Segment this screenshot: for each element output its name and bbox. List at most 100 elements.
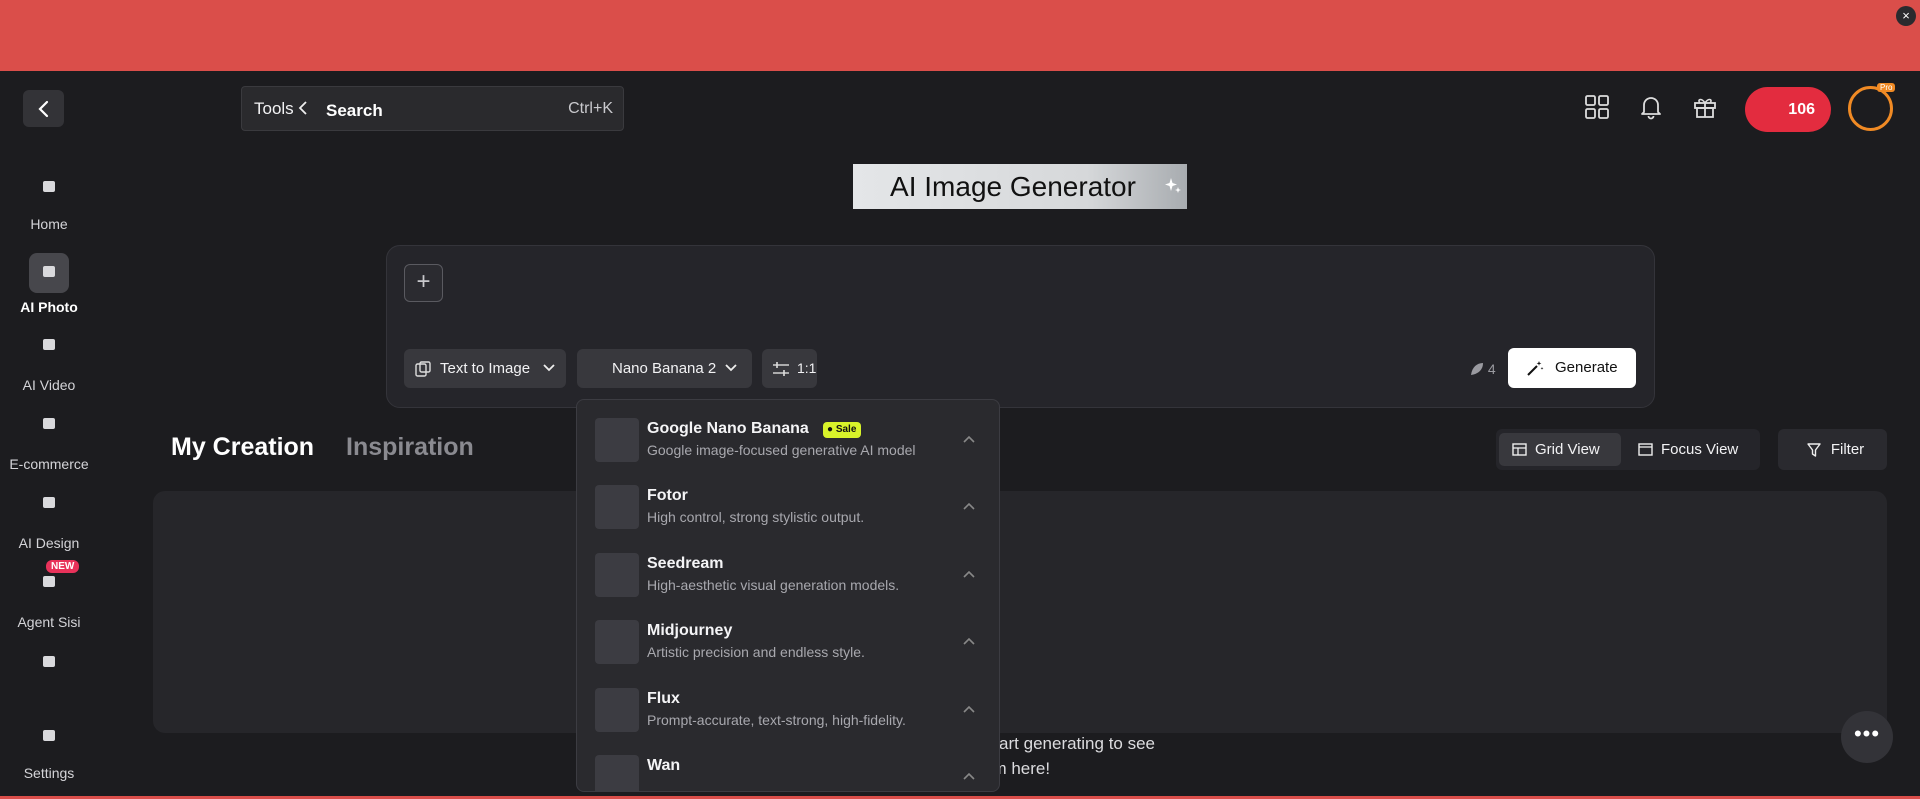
avatar[interactable] <box>1848 86 1893 131</box>
model-option-google-nano-banana[interactable]: Google Nano Banana ● Sale Google image-f… <box>577 408 999 475</box>
focus-view-label: Focus View <box>1661 441 1739 458</box>
more-options-button[interactable]: ••• <box>1841 711 1893 763</box>
pro-badge: Pro <box>1877 83 1896 92</box>
model-description: Prompt-accurate, text-strong, high-fidel… <box>647 712 906 728</box>
page-title: AI Image Generator <box>853 164 1187 209</box>
settings-icon <box>29 717 69 757</box>
chevron-up-icon[interactable] <box>963 705 975 713</box>
sidebar-item-brush[interactable] <box>0 643 98 683</box>
sidebar-item-home[interactable]: Home <box>0 168 98 232</box>
promo-banner: × <box>0 0 1920 71</box>
sidebar-item-label: E-commerce <box>9 456 89 472</box>
filter-icon <box>1807 443 1821 457</box>
model-name: Flux <box>647 690 680 707</box>
chevron-up-icon[interactable] <box>963 502 975 510</box>
grid-view-label: Grid View <box>1535 441 1600 458</box>
tab-inspiration[interactable]: Inspiration <box>346 433 474 462</box>
mode-select[interactable]: Text to Image <box>404 349 566 388</box>
model-name: Wan <box>647 757 681 774</box>
model-thumbnail <box>595 553 639 597</box>
leaf-icon <box>1471 363 1483 375</box>
generate-button[interactable]: Generate <box>1508 348 1636 388</box>
text-to-image-icon <box>415 361 431 377</box>
app-shell: Home AI Photo AI Video E-commerce AI Des… <box>0 71 1920 799</box>
model-thumbnail <box>595 620 639 664</box>
model-option-wan[interactable]: Wan <box>577 745 999 791</box>
chevron-up-icon[interactable] <box>963 435 975 443</box>
cost-value: 4 <box>1487 361 1496 377</box>
model-description: Artistic precision and endless style. <box>647 644 865 660</box>
sidebar-item-ai-design[interactable]: AI Design <box>0 484 98 551</box>
prompt-card[interactable]: + Text to Image Nano Banana 2 1:1 4 Gene… <box>386 245 1655 408</box>
back-button[interactable] <box>23 90 64 127</box>
model-dropdown: Google Nano Banana ● Sale Google image-f… <box>576 399 1000 792</box>
generate-label: Generate <box>1555 359 1618 376</box>
sidebar-item-ai-video[interactable]: AI Video <box>0 326 98 393</box>
sidebar-item-agent-sisi[interactable]: NEW Agent Sisi <box>0 560 98 630</box>
fire-icon: ● <box>827 424 834 435</box>
chevron-up-icon[interactable] <box>963 772 975 780</box>
model-description: High control, strong stylistic output. <box>647 509 865 525</box>
filter-label: Filter <box>1830 441 1865 458</box>
model-thumbnail <box>595 688 639 732</box>
sidebar-item-label: Agent Sisi <box>17 614 81 630</box>
model-option-fotor[interactable]: Fotor High control, strong stylistic out… <box>577 475 999 542</box>
grid-view-icon <box>1512 443 1527 456</box>
sidebar-item-label: AI Photo <box>20 299 78 315</box>
empty-line-2: em here! <box>983 759 1051 778</box>
apps-grid-icon[interactable] <box>1584 94 1610 120</box>
model-name: Fotor <box>647 487 688 504</box>
sidebar-item-label: Home <box>30 216 68 232</box>
mode-label: Text to Image <box>440 360 531 377</box>
sidebar-item-settings[interactable]: Settings <box>0 717 98 781</box>
new-badge: NEW <box>46 560 80 573</box>
sidebar-item-ai-photo[interactable]: AI Photo <box>0 253 98 315</box>
grid-view-button[interactable]: Grid View <box>1499 433 1621 466</box>
ai-video-icon <box>29 326 69 366</box>
creations-empty-area: Start generating to see em here! <box>153 491 1887 778</box>
model-thumbnail <box>595 485 639 529</box>
cost-indicator: 4 <box>1470 361 1496 377</box>
add-image-button[interactable]: + <box>404 264 443 302</box>
chevron-down-icon <box>725 364 737 372</box>
ecommerce-icon <box>29 405 69 445</box>
credits-count: 106 <box>1788 101 1815 118</box>
model-name: Seedream <box>647 555 724 572</box>
sidebar-item-label: AI Design <box>18 535 80 551</box>
sliders-icon <box>773 362 789 376</box>
view-toggle: Grid View Focus View <box>1496 429 1760 470</box>
chevron-up-icon[interactable] <box>963 570 975 578</box>
search-input[interactable]: Search <box>326 101 383 121</box>
gift-icon[interactable] <box>1692 94 1718 120</box>
model-option-midjourney[interactable]: Midjourney Artistic precision and endles… <box>577 610 999 677</box>
more-icon: ••• <box>1853 721 1881 746</box>
ai-design-icon <box>29 484 69 524</box>
banner-close-button[interactable]: × <box>1896 6 1916 26</box>
home-icon <box>29 168 69 208</box>
model-select[interactable]: Nano Banana 2 <box>577 349 752 388</box>
tools-label[interactable]: Tools <box>254 99 294 119</box>
brush-icon <box>29 643 69 683</box>
credits-button[interactable]: 106 <box>1745 87 1831 132</box>
search-shortcut: Ctrl+K <box>568 100 613 117</box>
ratio-select[interactable]: 1:1 <box>762 349 817 388</box>
tab-my-creation[interactable]: My Creation <box>171 433 314 462</box>
filter-button[interactable]: Filter <box>1778 429 1887 470</box>
bell-icon[interactable] <box>1638 94 1664 120</box>
sidebar-item-ecommerce[interactable]: E-commerce <box>0 405 98 472</box>
sidebar-item-label: AI Video <box>22 377 76 393</box>
search-bar[interactable]: Tools Search Ctrl+K <box>241 86 624 131</box>
model-option-flux[interactable]: Flux Prompt-accurate, text-strong, high-… <box>577 678 999 745</box>
empty-line-1: Start generating to see <box>983 734 1156 753</box>
page-title-text: AI Image Generator <box>890 171 1136 202</box>
model-thumbnail <box>595 755 639 791</box>
chevron-left-icon <box>298 101 307 115</box>
magic-wand-icon <box>1527 361 1544 376</box>
chevron-left-icon <box>37 100 48 117</box>
ratio-label: 1:1 <box>797 360 817 376</box>
model-name: Midjourney <box>647 622 733 639</box>
focus-view-button[interactable]: Focus View <box>1626 433 1756 466</box>
model-name: Google Nano Banana <box>647 420 809 437</box>
model-option-seedream[interactable]: Seedream High-aesthetic visual generatio… <box>577 543 999 610</box>
chevron-up-icon[interactable] <box>963 637 975 645</box>
